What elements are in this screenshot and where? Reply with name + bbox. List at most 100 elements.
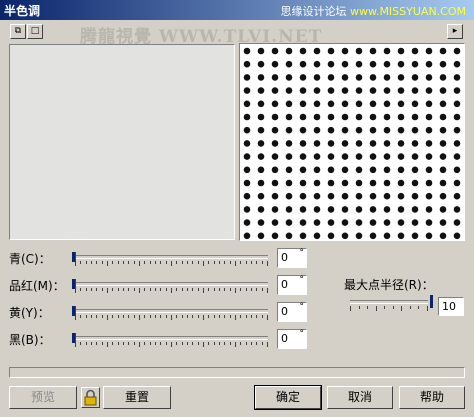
slider-tick bbox=[197, 315, 199, 318]
slider-tick bbox=[187, 261, 188, 264]
halftone-dot bbox=[425, 192, 433, 200]
yellow-unit: ° bbox=[299, 302, 305, 312]
cyan-slider[interactable] bbox=[72, 252, 268, 270]
halftone-dot bbox=[411, 126, 419, 134]
slider-tick bbox=[261, 342, 263, 345]
halftone-dot bbox=[313, 60, 321, 68]
slider-tick bbox=[96, 342, 98, 345]
halftone-dot bbox=[439, 166, 447, 174]
halftone-dot bbox=[369, 192, 377, 200]
slider-tick bbox=[139, 315, 140, 320]
slider-tick bbox=[80, 342, 82, 345]
halftone-dot bbox=[355, 219, 363, 226]
halftone-dot bbox=[243, 153, 251, 160]
slider-tick bbox=[229, 342, 231, 345]
max-radius-thumb[interactable] bbox=[430, 295, 433, 308]
halftone-dot bbox=[285, 219, 293, 226]
yellow-ticks bbox=[75, 315, 268, 320]
ok-button[interactable]: 确定 bbox=[254, 385, 322, 410]
split-preview-button[interactable]: ⧉ bbox=[10, 24, 26, 39]
max-radius-slider[interactable] bbox=[350, 295, 433, 312]
halftone-dot bbox=[411, 140, 419, 147]
cyan-ticks bbox=[75, 261, 268, 266]
slider-tick bbox=[197, 261, 199, 264]
preview-button[interactable]: 预览 bbox=[9, 386, 77, 409]
halftone-dot bbox=[369, 126, 377, 134]
halftone-dot bbox=[285, 232, 293, 240]
slider-tick bbox=[213, 315, 215, 318]
slider-tick bbox=[208, 315, 210, 318]
halftone-dot bbox=[355, 153, 363, 160]
halftone-dot bbox=[411, 113, 419, 121]
halftone-dot bbox=[327, 113, 335, 121]
black-unit: ° bbox=[299, 329, 305, 339]
yellow-slider[interactable] bbox=[72, 306, 268, 324]
halftone-dot bbox=[425, 60, 433, 68]
yellow-label: 黄(Y)： bbox=[9, 306, 50, 320]
halftone-dot bbox=[439, 232, 447, 240]
yellow-input[interactable]: 0 ° bbox=[277, 302, 307, 322]
halftone-dot bbox=[299, 219, 307, 226]
halftone-dot bbox=[313, 100, 321, 108]
halftone-dot bbox=[243, 60, 251, 68]
slider-tick bbox=[197, 288, 199, 291]
cancel-button[interactable]: 取消 bbox=[327, 386, 393, 409]
halftone-dot bbox=[369, 179, 377, 187]
halftone-dot bbox=[257, 140, 265, 147]
black-input[interactable]: 0 ° bbox=[277, 329, 307, 349]
magenta-input[interactable]: 0 ° bbox=[277, 275, 307, 295]
slider-tick bbox=[128, 288, 130, 291]
halftone-dot bbox=[285, 113, 293, 121]
yellow-value: 0 bbox=[281, 305, 288, 318]
halftone-dot bbox=[299, 153, 307, 160]
halftone-dot bbox=[257, 87, 265, 94]
halftone-dot bbox=[243, 126, 251, 134]
halftone-dot bbox=[285, 153, 293, 160]
cyan-input[interactable]: 0 ° bbox=[277, 248, 307, 268]
slider-tick bbox=[187, 288, 188, 291]
slider-tick bbox=[192, 261, 194, 264]
slider-tick bbox=[123, 288, 124, 291]
slider-tick bbox=[251, 342, 252, 345]
halftone-dot bbox=[243, 113, 251, 121]
halftone-dot bbox=[355, 47, 363, 55]
halftone-dot bbox=[313, 113, 321, 121]
slider-tick bbox=[117, 288, 119, 291]
max-radius-value: 10 bbox=[442, 300, 456, 313]
lock-preview-button[interactable] bbox=[81, 387, 100, 408]
help-button[interactable]: 帮助 bbox=[399, 386, 465, 409]
halftone-dot bbox=[397, 166, 405, 174]
halftone-dot bbox=[397, 126, 405, 134]
single-preview-button[interactable]: □ bbox=[27, 24, 43, 39]
halftone-dot bbox=[439, 219, 447, 226]
halftone-dot bbox=[313, 140, 321, 147]
magenta-slider[interactable] bbox=[72, 279, 268, 297]
halftone-dot bbox=[285, 166, 293, 174]
black-slider[interactable] bbox=[72, 333, 268, 351]
slider-tick bbox=[144, 261, 146, 264]
slider-tick bbox=[80, 288, 82, 291]
halftone-dot bbox=[411, 153, 419, 160]
halftone-dot bbox=[243, 74, 251, 81]
slider-tick bbox=[208, 261, 210, 264]
halftone-dot bbox=[369, 153, 377, 160]
reset-button[interactable]: 重置 bbox=[103, 386, 171, 409]
halftone-dot bbox=[383, 126, 391, 134]
slider-tick bbox=[176, 261, 178, 264]
slider-tick bbox=[160, 288, 162, 291]
slider-tick bbox=[101, 288, 103, 291]
halftone-dot bbox=[355, 60, 363, 68]
halftone-dot bbox=[439, 113, 447, 121]
max-radius-input[interactable]: 10 bbox=[438, 297, 464, 316]
slider-tick bbox=[85, 315, 87, 318]
halftone-dot bbox=[355, 232, 363, 240]
slider-tick bbox=[192, 342, 194, 345]
slider-tick bbox=[409, 306, 411, 309]
halftone-dot bbox=[313, 126, 321, 134]
slider-tick bbox=[165, 342, 167, 345]
expand-arrow-button[interactable]: ▸ bbox=[447, 24, 463, 39]
slider-tick bbox=[418, 306, 420, 309]
halftone-dot bbox=[327, 140, 335, 147]
halftone-dot bbox=[257, 74, 265, 81]
slider-tick bbox=[96, 315, 98, 318]
